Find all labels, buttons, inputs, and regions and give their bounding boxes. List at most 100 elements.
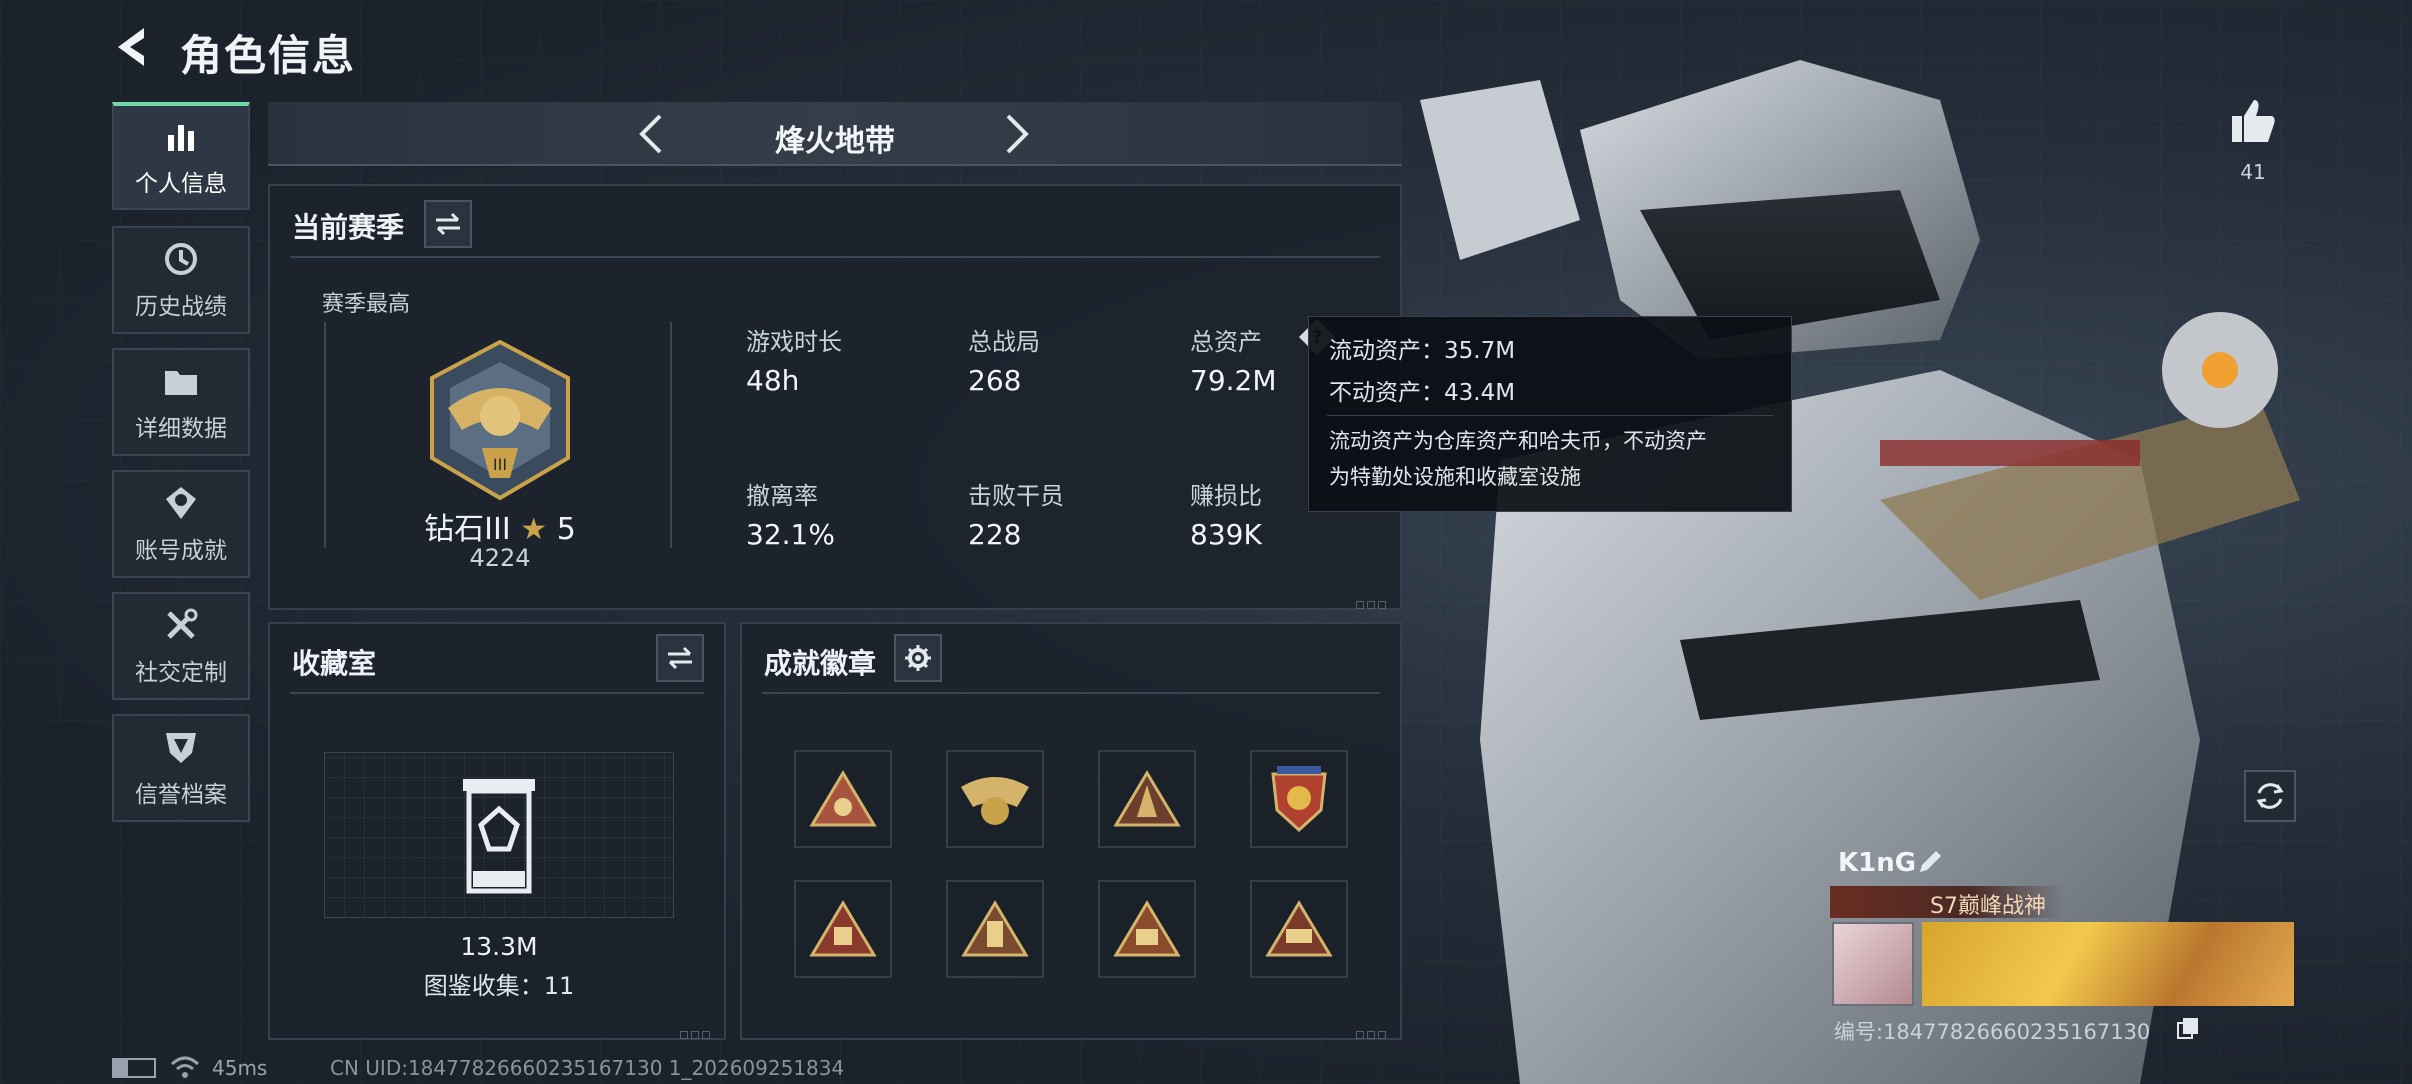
- sidebar-item-label: 详细数据: [135, 416, 227, 442]
- rank-line: 钻石III ★ 5: [270, 504, 730, 548]
- sidebar-item-reputation[interactable]: 信誉档案: [112, 714, 250, 822]
- rank-stars: 5: [556, 512, 576, 547]
- mode-selector: 烽火地带: [268, 102, 1402, 166]
- stat-value-playtime: 48h: [746, 364, 800, 397]
- wrench-icon: [161, 605, 201, 645]
- badge-slot[interactable]: [946, 880, 1044, 978]
- season-best-label: 赛季最高: [322, 292, 411, 317]
- divider: [1327, 415, 1773, 416]
- rank-score: 4224: [469, 544, 531, 572]
- season-title: 当前赛季: [292, 211, 405, 244]
- svg-text:III: III: [493, 455, 507, 474]
- sidebar-item-achievements[interactable]: 账号成就: [112, 470, 250, 578]
- player-banner-image: [1922, 922, 2294, 1006]
- battery-icon: [112, 1058, 156, 1078]
- badge-slot[interactable]: [1098, 880, 1196, 978]
- pencil-icon: [1920, 851, 1941, 872]
- thumbs-up-icon: [2232, 100, 2275, 142]
- badge-triangle-icon: [961, 900, 1029, 957]
- avatar[interactable]: [1832, 922, 1914, 1006]
- stat-label-playtime: 游戏时长: [746, 328, 842, 356]
- assets-tooltip: 流动资产：35.7M 不动资产：43.4M 流动资产为仓库资产和哈夫币，不动资产…: [1308, 316, 1792, 512]
- vault-icon: [463, 779, 535, 894]
- page-title: 角色信息: [180, 31, 357, 80]
- uid-text: CN UID:18477826660235167130 1_2026092518…: [330, 1056, 845, 1080]
- badges-settings-button[interactable]: [894, 634, 942, 682]
- badge-triangle-icon: [1265, 900, 1333, 957]
- folder-icon: [161, 361, 201, 401]
- shield-icon: [161, 727, 201, 767]
- stat-label-total-matches: 总战局: [968, 328, 1040, 356]
- tooltip-fixed-assets: 不动资产：43.4M: [1329, 380, 1516, 406]
- badge-slot[interactable]: [794, 750, 892, 848]
- badge-shield-icon: [1271, 766, 1327, 833]
- stat-label-kills: 击败干员: [968, 482, 1064, 510]
- sidebar-item-history[interactable]: 历史战绩: [112, 226, 250, 334]
- chevron-right-icon: [1006, 114, 1029, 154]
- mode-next-button[interactable]: [992, 110, 1040, 158]
- rotate-icon: [2256, 783, 2284, 809]
- badge-eagle-icon: [961, 777, 1029, 825]
- sidebar-item-social[interactable]: 社交定制: [112, 592, 250, 700]
- rotate-model-button[interactable]: [2244, 770, 2296, 822]
- stat-value-extract-rate: 32.1%: [746, 518, 835, 551]
- badge-slot[interactable]: [1098, 750, 1196, 848]
- sidebar-item-label: 社交定制: [135, 660, 227, 686]
- sidebar-item-label: 信誉档案: [135, 782, 227, 808]
- player-id: 编号:18477826660235167130: [1834, 1020, 2151, 1044]
- stat-label-profit-ratio: 赚损比: [1190, 482, 1262, 510]
- swap-icon: [668, 646, 692, 670]
- sidebar-item-label: 账号成就: [135, 538, 227, 564]
- badge-triangle-icon: [1113, 900, 1181, 957]
- badge-slot[interactable]: [794, 880, 892, 978]
- tooltip-liquid-assets: 流动资产：35.7M: [1329, 338, 1516, 364]
- badge-slot[interactable]: [1250, 880, 1348, 978]
- corner-decoration: [680, 1024, 718, 1039]
- sidebar-item-label: 历史战绩: [135, 294, 227, 320]
- stat-value-kills: 228: [968, 518, 1022, 551]
- season-switch-button[interactable]: [424, 200, 472, 248]
- copy-icon: [2177, 1018, 2198, 1039]
- stat-value-total-assets: 79.2M: [1190, 364, 1277, 397]
- edit-name-button[interactable]: [1916, 848, 1946, 878]
- like-button[interactable]: [2228, 96, 2278, 146]
- collection-panel: 收藏室 13.3M 图鉴收集：11: [268, 622, 726, 1040]
- badges-panel: 成就徽章: [740, 622, 1402, 1040]
- badge-slot[interactable]: [1250, 750, 1348, 848]
- star-icon: ★: [520, 512, 548, 547]
- season-panel: 当前赛季 赛季最高 III 钻石III ★ 5 4224 游戏时长 48h 总战…: [268, 184, 1402, 610]
- corner-decoration: [1356, 1024, 1394, 1039]
- tooltip-desc-line1: 流动资产为仓库资产和哈夫币，不动资产: [1329, 429, 1707, 453]
- wifi-icon: [170, 1054, 200, 1080]
- mode-label: 烽火地带: [775, 124, 895, 159]
- back-button[interactable]: [108, 22, 158, 72]
- collection-title: 收藏室: [292, 647, 377, 680]
- stat-value-profit-ratio: 839K: [1190, 518, 1262, 551]
- sidebar-item-detailed-data[interactable]: 详细数据: [112, 348, 250, 456]
- stat-label-total-assets: 总资产: [1190, 328, 1262, 356]
- badge-triangle-icon: [809, 770, 877, 827]
- sidebar-item-personal-info[interactable]: 个人信息: [112, 102, 250, 210]
- player-card: K1nG S7巅峰战神 编号:18477826660235167130: [1830, 838, 2294, 1058]
- badge-slot[interactable]: [946, 750, 1044, 848]
- bar-chart-icon: [161, 116, 201, 156]
- collection-preview[interactable]: [324, 752, 674, 918]
- tooltip-desc-line2: 为特勤处设施和收藏室设施: [1329, 465, 1581, 489]
- collection-switch-button[interactable]: [656, 634, 704, 682]
- ping-text: 45ms: [212, 1056, 268, 1080]
- divider: [290, 692, 704, 694]
- medal-icon: [161, 483, 201, 523]
- player-name: K1nG: [1838, 848, 1917, 878]
- rank-name: 钻石III: [424, 512, 511, 547]
- swap-icon: [436, 212, 460, 236]
- like-count: 41: [2240, 160, 2266, 184]
- gear-icon: [905, 645, 931, 671]
- stat-value-total-matches: 268: [968, 364, 1022, 397]
- copy-id-button[interactable]: [2176, 1016, 2200, 1040]
- corner-decoration: [1356, 594, 1394, 609]
- back-arrow-icon: [118, 28, 144, 66]
- collection-value: 13.3M: [460, 932, 538, 961]
- collection-codex: 图鉴收集：11: [423, 972, 575, 1000]
- divider: [290, 256, 1380, 258]
- clock-icon: [161, 239, 201, 279]
